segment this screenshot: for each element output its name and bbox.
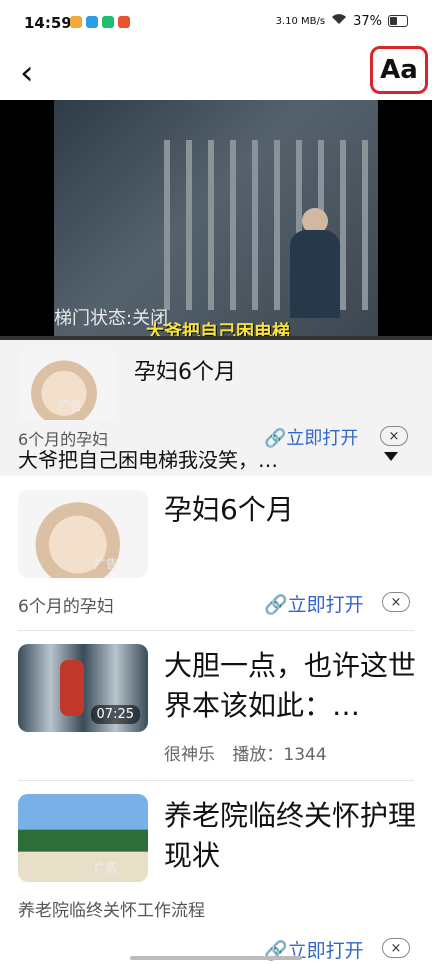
feed-meta: 很神乐 播放：1344 [164,740,327,765]
ad-thumbnail[interactable]: 广告 [18,490,148,578]
feed-video-item[interactable]: 07:25 大胆一点，也许这世界本该如此：… 很神乐 播放：1344 [0,630,432,780]
status-time: 14:59 [24,14,72,32]
video-player[interactable]: 梯门状态:关闭 大爷把自己困电梯 [0,100,432,340]
video-duration: 07:25 [90,705,140,724]
feed-ad-item[interactable]: 广告 养老院临终关怀护理现状 养老院临终关怀工作流程 🔗立即打开 × [0,780,432,962]
ad-badge: 广告 [58,399,83,413]
app-icon [118,16,130,28]
ad-badge: 广告 [94,557,119,571]
notification-icons [70,16,130,28]
article-title: 大爷把自己困电梯我没笑，… [18,448,278,472]
open-now-label: 立即打开 [286,428,359,449]
app-icon [102,16,114,28]
app-icon [86,16,98,28]
video-thumbnail[interactable]: 07:25 [18,644,148,732]
feed-ad-item[interactable]: 广告 孕妇6个月 6个月的孕妇 🔗立即打开 × [0,476,432,630]
font-size-button[interactable]: Aa [370,46,428,94]
elderly-man-figure [290,208,340,318]
ad-overlay: 广告 孕妇6个月 6个月的孕妇 🔗立即打开 × 大爷把自己困电梯我没笑，… [0,340,432,476]
open-now-link[interactable]: 🔗立即打开 [264,424,358,450]
wifi-icon [331,13,347,29]
close-icon[interactable]: × [380,426,408,446]
back-icon[interactable]: ‹ [20,56,34,90]
ad-badge: 广告 [94,861,119,875]
status-bar: 14:59 3.10 MB/s 37% [0,0,432,50]
home-indicator[interactable] [130,956,302,960]
close-icon[interactable]: × [382,592,410,612]
feed-title[interactable]: 养老院临终关怀护理现状 [164,796,416,876]
nav-bar: ‹ Aa [0,46,432,100]
feed-subtitle: 6个月的孕妇 [18,597,114,617]
elevator-gate [164,140,374,320]
battery-icon [388,15,408,27]
ad-thumbnail[interactable]: 广告 [18,794,148,882]
feed-subtitle: 养老院临终关怀工作流程 [18,901,205,921]
open-now-link[interactable]: 🔗立即打开 [264,590,364,617]
dropdown-triangle-icon[interactable] [384,452,398,461]
app-icon [70,16,82,28]
status-right: 3.10 MB/s 37% [276,13,408,29]
feed-title[interactable]: 大胆一点，也许这世界本该如此：… [164,646,416,726]
ad-title[interactable]: 孕妇6个月 [134,354,236,386]
open-now-label: 立即打开 [287,594,364,616]
play-count: 播放：1344 [232,745,327,765]
network-speed: 3.10 MB/s [275,15,326,27]
link-icon: 🔗 [264,594,288,616]
feed-title[interactable]: 孕妇6个月 [164,490,416,530]
close-icon[interactable]: × [382,938,410,958]
ad-thumbnail[interactable]: 广告 [18,350,118,420]
battery-percent: 37% [353,13,382,29]
author-name: 很神乐 [164,745,215,765]
